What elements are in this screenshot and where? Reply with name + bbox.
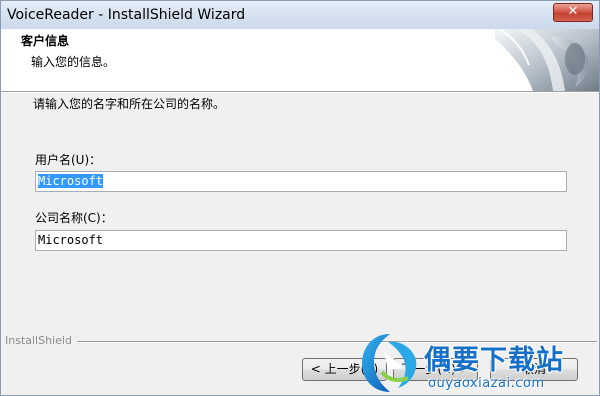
window-title: VoiceReader - InstallShield Wizard [7, 7, 246, 23]
user-name-field[interactable]: Microsoft [35, 171, 567, 192]
company-name-value: Microsoft [38, 233, 104, 247]
header-divider [1, 91, 599, 93]
title-bar[interactable]: VoiceReader - InstallShield Wizard ✕ [1, 1, 599, 29]
header-title: 客户信息 [21, 34, 70, 48]
watermark-url: ouyaoxiazai.com [428, 376, 545, 391]
close-icon: ✕ [567, 4, 579, 19]
installshield-brand: InstallShield [5, 334, 72, 347]
close-button[interactable]: ✕ [553, 3, 593, 22]
user-name-value: Microsoft [38, 174, 104, 188]
header-subtitle: 输入您的信息。 [31, 55, 116, 69]
instruction-text: 请输入您的名字和所在公司的名称。 [33, 97, 226, 111]
watermark-logo-icon [362, 334, 417, 392]
company-name-label: 公司名称(C)： [35, 211, 113, 225]
user-name-label: 用户名(U)： [35, 153, 102, 167]
company-name-field[interactable]: Microsoft [35, 230, 567, 251]
header-panel: 客户信息 输入您的信息。 [1, 29, 599, 91]
installshield-header-art-icon [495, 29, 599, 91]
watermark: 偶要下载站 ouyaoxiazai.com [358, 330, 600, 396]
watermark-text: 偶要下载站 [424, 345, 564, 376]
